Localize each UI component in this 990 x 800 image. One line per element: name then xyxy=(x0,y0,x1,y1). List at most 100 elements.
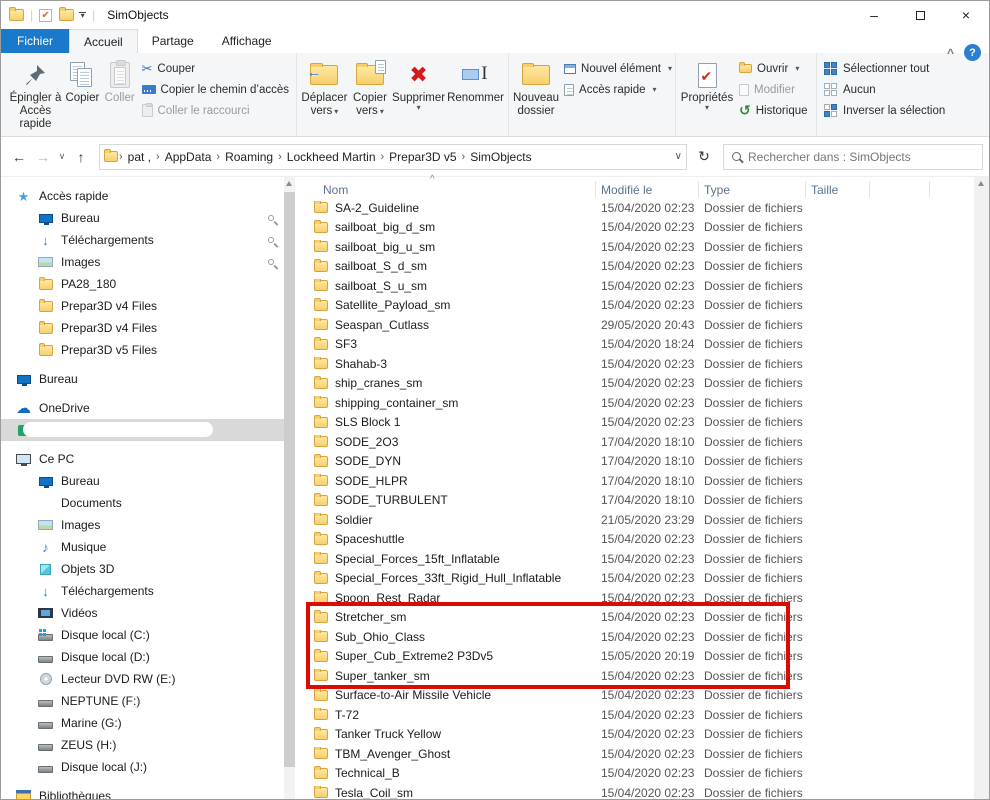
file-row[interactable]: Technical_B 15/04/2020 02:23 Dossier de fi… xyxy=(308,764,974,784)
recent-locations-icon[interactable]: ∨ xyxy=(55,151,69,162)
copy-button[interactable]: Copier xyxy=(64,56,101,105)
file-row[interactable]: Spaceshuttle 15/04/2020 02:23 Dossier de f… xyxy=(308,530,974,550)
file-row[interactable]: shipping_container_sm 15/04/2020 02:23 Dos… xyxy=(308,393,974,413)
file-row[interactable]: Stretcher_sm 15/04/2020 02:23 Dossier de f… xyxy=(308,608,974,628)
breadcrumb-item[interactable]: Roaming xyxy=(221,150,277,164)
list-scrollbar[interactable] xyxy=(974,177,989,799)
file-row[interactable]: TBM_Avenger_Ghost 15/04/2020 02:23 Dossier… xyxy=(308,744,974,764)
quick-access-newfolder-icon[interactable] xyxy=(59,7,75,21)
refresh-icon[interactable]: ↻ xyxy=(691,144,717,170)
minimize-button[interactable]: – xyxy=(851,1,897,29)
pin-quick-access-button[interactable]: Épingler à Accès rapide xyxy=(9,56,62,132)
sidebar-item-images[interactable]: Images xyxy=(1,514,284,536)
breadcrumb-item[interactable]: Lockheed Martin xyxy=(283,150,380,164)
paste-shortcut-button[interactable]: Coller le raccourci xyxy=(138,100,293,121)
invert-selection-button[interactable]: Inverser la sélection xyxy=(820,100,949,121)
sidebar-item-documents[interactable]: Documents xyxy=(1,492,284,514)
scroll-up-icon[interactable] xyxy=(286,181,292,186)
breadcrumb-item[interactable]: SimObjects xyxy=(466,150,535,164)
file-row[interactable]: SA-2_Guideline 15/04/2020 02:23 Dossier de… xyxy=(308,198,974,218)
forward-button[interactable]: → xyxy=(31,149,55,165)
up-button[interactable]: ↑ xyxy=(69,149,93,165)
file-row[interactable]: Special_Forces_15ft_Inflatable 15/04/2020… xyxy=(308,549,974,569)
cut-button[interactable]: ✂ Couper xyxy=(138,58,293,79)
file-row[interactable]: Tanker Truck Yellow 15/04/2020 02:23 Dossi… xyxy=(308,725,974,745)
maximize-button[interactable] xyxy=(897,1,943,29)
sidebar-item-prepar3d-v5-files[interactable]: Prepar3D v5 Files xyxy=(1,339,284,361)
sidebar-item-censored[interactable] xyxy=(1,419,284,441)
copy-path-button[interactable]: Copier le chemin d’accès xyxy=(138,79,293,100)
sidebar-item-pa28-180[interactable]: PA28_180 xyxy=(1,273,284,295)
sidebar-scrollbar[interactable] xyxy=(284,177,295,799)
sidebar-item-bureau[interactable]: Bureau xyxy=(1,207,284,229)
new-folder-button[interactable]: Nouveau dossier xyxy=(513,56,559,118)
select-none-button[interactable]: Aucun xyxy=(820,79,949,100)
sidebar-item-ce-pc[interactable]: Ce PC xyxy=(1,448,284,470)
sidebar-scrollbar-thumb[interactable] xyxy=(284,192,295,767)
back-button[interactable]: ← xyxy=(7,149,31,165)
file-row[interactable]: SODE_2O3 17/04/2020 18:10 Dossier de fichi… xyxy=(308,432,974,452)
copy-to-button[interactable]: Copier vers ▾ xyxy=(350,56,390,118)
sidebar-item-t-l-chargements[interactable]: ↓ Téléchargements xyxy=(1,580,284,602)
file-row[interactable]: Super_tanker_sm 15/04/2020 02:23 Dossier d… xyxy=(308,666,974,686)
tab-affichage[interactable]: Affichage xyxy=(208,29,286,53)
sidebar-item-bureau[interactable]: Bureau xyxy=(1,368,284,390)
sidebar-item-neptune-f[interactable]: NEPTUNE (F:) xyxy=(1,690,284,712)
sidebar-item-acc-s-rapide[interactable]: ★ Accès rapide xyxy=(1,185,284,207)
address-box[interactable]: › pat , › AppData › Roaming › Lockheed Martin › P… xyxy=(99,143,687,170)
file-row[interactable]: Soldier 21/05/2020 23:29 Dossier de fichie… xyxy=(308,510,974,530)
sidebar-item-disque-local-d[interactable]: Disque local (D:) xyxy=(1,646,284,668)
breadcrumb-item[interactable]: AppData xyxy=(161,150,216,164)
edit-button[interactable]: Modifier xyxy=(735,79,812,100)
paste-button[interactable]: Coller xyxy=(103,56,137,105)
move-to-button[interactable]: ← Déplacer vers ▾ xyxy=(301,56,348,118)
file-row[interactable]: Seaspan_Cutlass 29/05/2020 20:43 Dossier d… xyxy=(308,315,974,335)
sidebar-item-bureau[interactable]: Bureau xyxy=(1,470,284,492)
address-dropdown-icon[interactable]: ∨ xyxy=(675,151,682,162)
sidebar-item-biblioth-ques[interactable]: Bibliothèques xyxy=(1,785,284,799)
quick-access-properties-icon[interactable]: ✔ xyxy=(39,8,53,22)
file-row[interactable]: Super_Cub_Extreme2 P3Dv5 15/05/2020 20:19… xyxy=(308,647,974,667)
column-header-type[interactable]: Type xyxy=(699,181,806,198)
column-header-name[interactable]: Nom xyxy=(308,181,596,198)
file-row[interactable]: SF3 15/04/2020 18:24 Dossier de fichiers xyxy=(308,335,974,355)
history-button[interactable]: ↺ Historique xyxy=(735,100,812,121)
column-header-size[interactable]: Taille xyxy=(806,181,870,198)
customize-toolbar-icon[interactable]: ▾ xyxy=(79,12,87,20)
sidebar-item-prepar3d-v4-files[interactable]: Prepar3D v4 Files xyxy=(1,317,284,339)
breadcrumb-item[interactable]: Prepar3D v5 xyxy=(385,150,460,164)
sidebar-item-images[interactable]: Images xyxy=(1,251,284,273)
new-item-button[interactable]: Nouvel élément ▾ xyxy=(560,58,676,79)
file-row[interactable]: sailboat_big_u_sm 15/04/2020 02:23 Dossier… xyxy=(308,237,974,257)
rename-button[interactable]: I Renommer xyxy=(447,56,504,105)
tab-partage[interactable]: Partage xyxy=(138,29,208,53)
sidebar-item-zeus-h[interactable]: ZEUS (H:) xyxy=(1,734,284,756)
tab-fichier[interactable]: Fichier xyxy=(1,29,70,53)
file-row[interactable]: Shahab-3 15/04/2020 02:23 Dossier de fichi… xyxy=(308,354,974,374)
sidebar-item-objets-3d[interactable]: Objets 3D xyxy=(1,558,284,580)
tab-accueil[interactable]: Accueil xyxy=(69,29,138,53)
sidebar-item-vid-os[interactable]: Vidéos xyxy=(1,602,284,624)
column-header-modified[interactable]: Modifié le xyxy=(596,181,699,198)
sidebar-item-lecteur-dvd-rw-e[interactable]: Lecteur DVD RW (E:) xyxy=(1,668,284,690)
file-row[interactable]: SODE_HLPR 17/04/2020 18:10 Dossier de fich… xyxy=(308,471,974,491)
sidebar-item-marine-g[interactable]: Marine (G:) xyxy=(1,712,284,734)
file-row[interactable]: sailboat_big_d_sm 15/04/2020 02:23 Dossier… xyxy=(308,218,974,238)
file-row[interactable]: SODE_DYN 17/04/2020 18:10 Dossier de fichi… xyxy=(308,452,974,472)
file-row[interactable]: ship_cranes_sm 15/04/2020 02:23 Dossier de… xyxy=(308,374,974,394)
file-row[interactable]: Surface-to-Air Missile Vehicle 15/04/2020… xyxy=(308,686,974,706)
file-row[interactable]: T-72 15/04/2020 02:23 Dossier de fichiers xyxy=(308,705,974,725)
file-row[interactable]: Sub_Ohio_Class 15/04/2020 02:23 Dossier de… xyxy=(308,627,974,647)
file-row[interactable]: Special_Forces_33ft_Rigid_Hull_Inflatabl… xyxy=(308,569,974,589)
scroll-up-icon[interactable] xyxy=(978,181,984,186)
sidebar-item-t-l-chargements[interactable]: ↓ Téléchargements xyxy=(1,229,284,251)
file-row[interactable]: SLS Block 1 15/04/2020 02:23 Dossier de fi… xyxy=(308,413,974,433)
delete-button[interactable]: ✖ Supprimer ▾ xyxy=(392,56,445,112)
select-all-button[interactable]: Sélectionner tout xyxy=(820,58,949,79)
open-button[interactable]: Ouvrir ▾ xyxy=(735,58,812,79)
sidebar-item-disque-local-c[interactable]: Disque local (C:) xyxy=(1,624,284,646)
easy-access-button[interactable]: Accès rapide ▾ xyxy=(560,79,676,100)
breadcrumb-item[interactable]: pat , xyxy=(124,150,155,164)
file-row[interactable]: Spoon_Rest_Radar 15/04/2020 02:23 Dossier … xyxy=(308,588,974,608)
file-row[interactable]: Tesla_Coil_sm 15/04/2020 02:23 Dossier de … xyxy=(308,783,974,799)
